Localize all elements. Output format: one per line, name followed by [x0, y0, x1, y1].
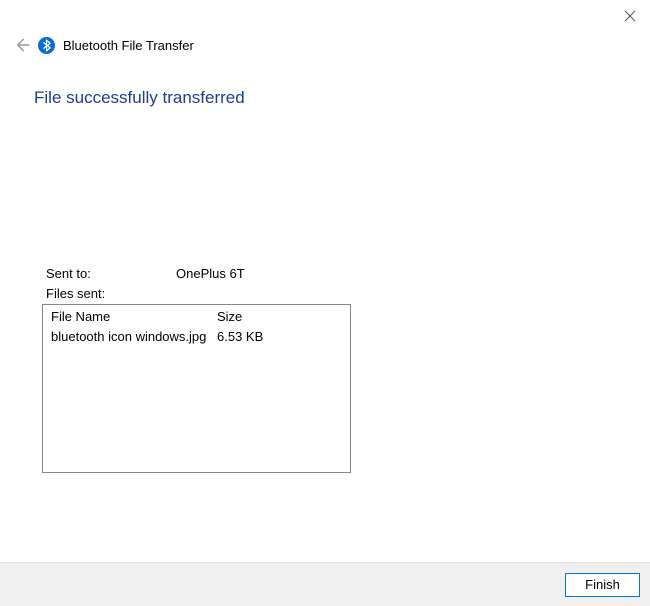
column-header-size[interactable]: Size [217, 309, 277, 324]
page-title: Bluetooth File Transfer [63, 38, 194, 53]
back-arrow-icon [12, 36, 30, 54]
status-heading: File successfully transferred [34, 88, 245, 108]
back-button[interactable] [12, 36, 30, 54]
sent-to-value: OnePlus 6T [176, 266, 245, 281]
column-header-name[interactable]: File Name [51, 309, 217, 324]
file-list-header: File Name Size [43, 305, 350, 327]
bottom-bar: Finish [0, 562, 650, 606]
bluetooth-icon [38, 37, 55, 54]
files-sent-row: Files sent: [46, 286, 176, 301]
close-icon [624, 10, 636, 22]
close-button[interactable] [622, 8, 638, 24]
finish-button[interactable]: Finish [565, 573, 640, 597]
files-sent-label: Files sent: [46, 286, 176, 301]
header-row: Bluetooth File Transfer [12, 36, 194, 54]
table-row[interactable]: bluetooth icon windows.jpg 6.53 KB [43, 327, 350, 346]
file-size-cell: 6.53 KB [217, 329, 277, 344]
file-list: File Name Size bluetooth icon windows.jp… [42, 304, 351, 473]
file-name-cell: bluetooth icon windows.jpg [51, 329, 217, 344]
sent-to-row: Sent to: OnePlus 6T [46, 266, 245, 281]
sent-to-label: Sent to: [46, 266, 176, 281]
